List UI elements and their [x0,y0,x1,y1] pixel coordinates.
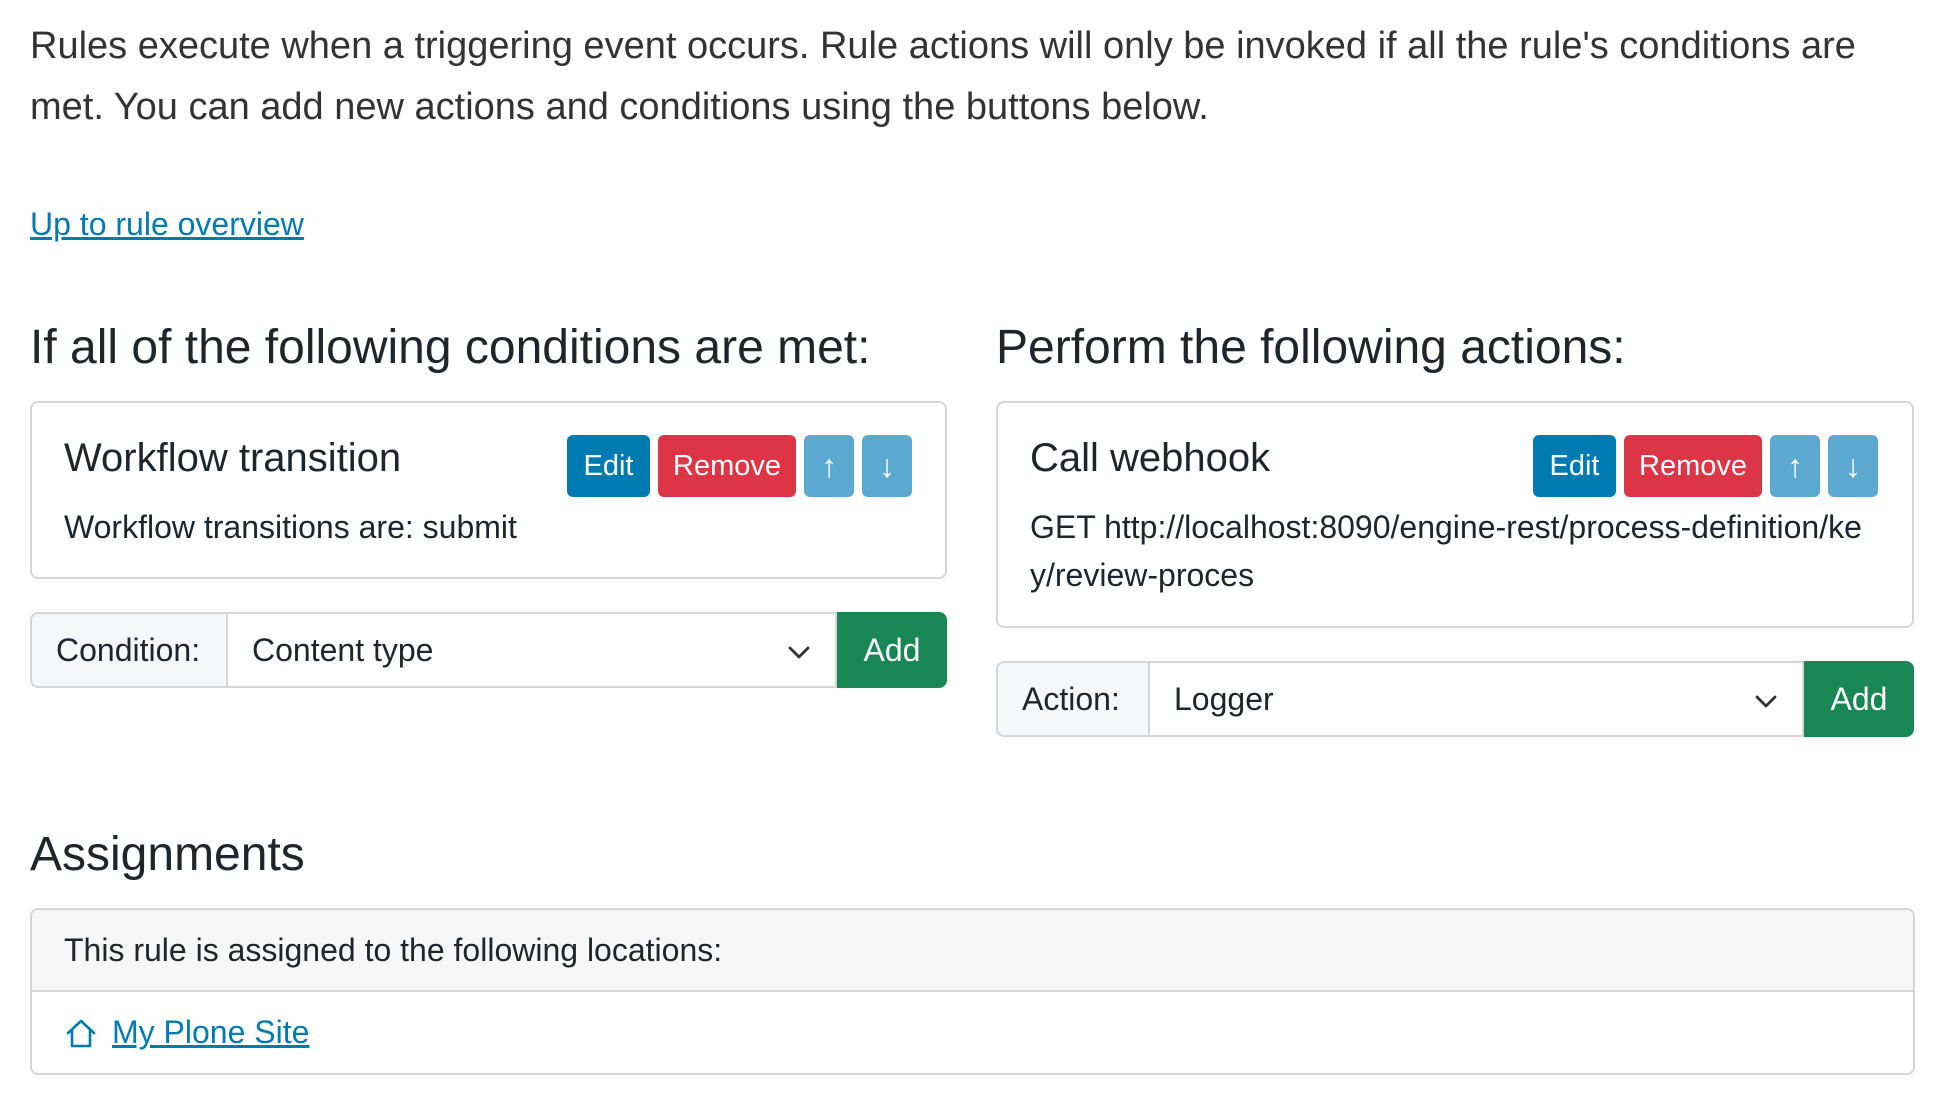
action-description: GET http://localhost:8090/engine-rest/pr… [1030,509,1862,593]
condition-type-selected: Content type [252,631,434,668]
condition-move-down-button[interactable]: ↓ [862,435,912,497]
condition-selector-label: Condition: [30,612,226,688]
action-title: Call webhook [1030,436,1271,480]
location-list-item: My Plone Site [32,992,1913,1073]
action-selector-label: Action: [996,661,1148,737]
action-move-down-button[interactable]: ↓ [1828,435,1878,497]
assignments-subheading: This rule is assigned to the following l… [32,910,1913,992]
intro-text: Rules execute when a triggering event oc… [30,25,1856,128]
condition-move-up-button[interactable]: ↑ [804,435,854,497]
condition-add-button[interactable]: Add [837,612,947,688]
action-move-up-button[interactable]: ↑ [1770,435,1820,497]
home-icon [66,1019,96,1047]
condition-type-select[interactable]: Content type [226,612,837,688]
chevron-down-icon [788,646,810,659]
condition-selector: Condition: Content type Add [30,612,947,688]
chevron-down-icon [1755,695,1777,708]
up-to-rule-overview-link[interactable]: Up to rule overview [30,203,304,245]
action-type-select[interactable]: Logger [1148,661,1804,737]
action-type-selected: Logger [1174,680,1274,717]
condition-title: Workflow transition [64,436,402,480]
condition-button-group: Edit Remove ↑ ↓ [567,435,912,497]
condition-edit-button[interactable]: Edit [567,435,650,497]
action-edit-button[interactable]: Edit [1533,435,1616,497]
assignments-card: This rule is assigned to the following l… [30,908,1915,1075]
location-link-my-plone-site[interactable]: My Plone Site [112,1014,309,1051]
condition-description: Workflow transitions are: submit [64,509,517,545]
action-remove-button[interactable]: Remove [1624,435,1762,497]
conditions-heading: If all of the following conditions are m… [30,321,871,374]
action-add-button[interactable]: Add [1804,661,1914,737]
action-selector: Action: Logger Add [996,661,1914,737]
action-button-group: Edit Remove ↑ ↓ [1533,435,1878,497]
actions-heading: Perform the following actions: [996,321,1626,374]
condition-remove-button[interactable]: Remove [658,435,796,497]
assignments-heading: Assignments [30,828,305,881]
action-card: Call webhook GET http://localhost:8090/e… [996,401,1914,628]
condition-card: Workflow transition Workflow transitions… [30,401,947,579]
rule-page: Rules execute when a triggering event oc… [0,0,1946,1107]
